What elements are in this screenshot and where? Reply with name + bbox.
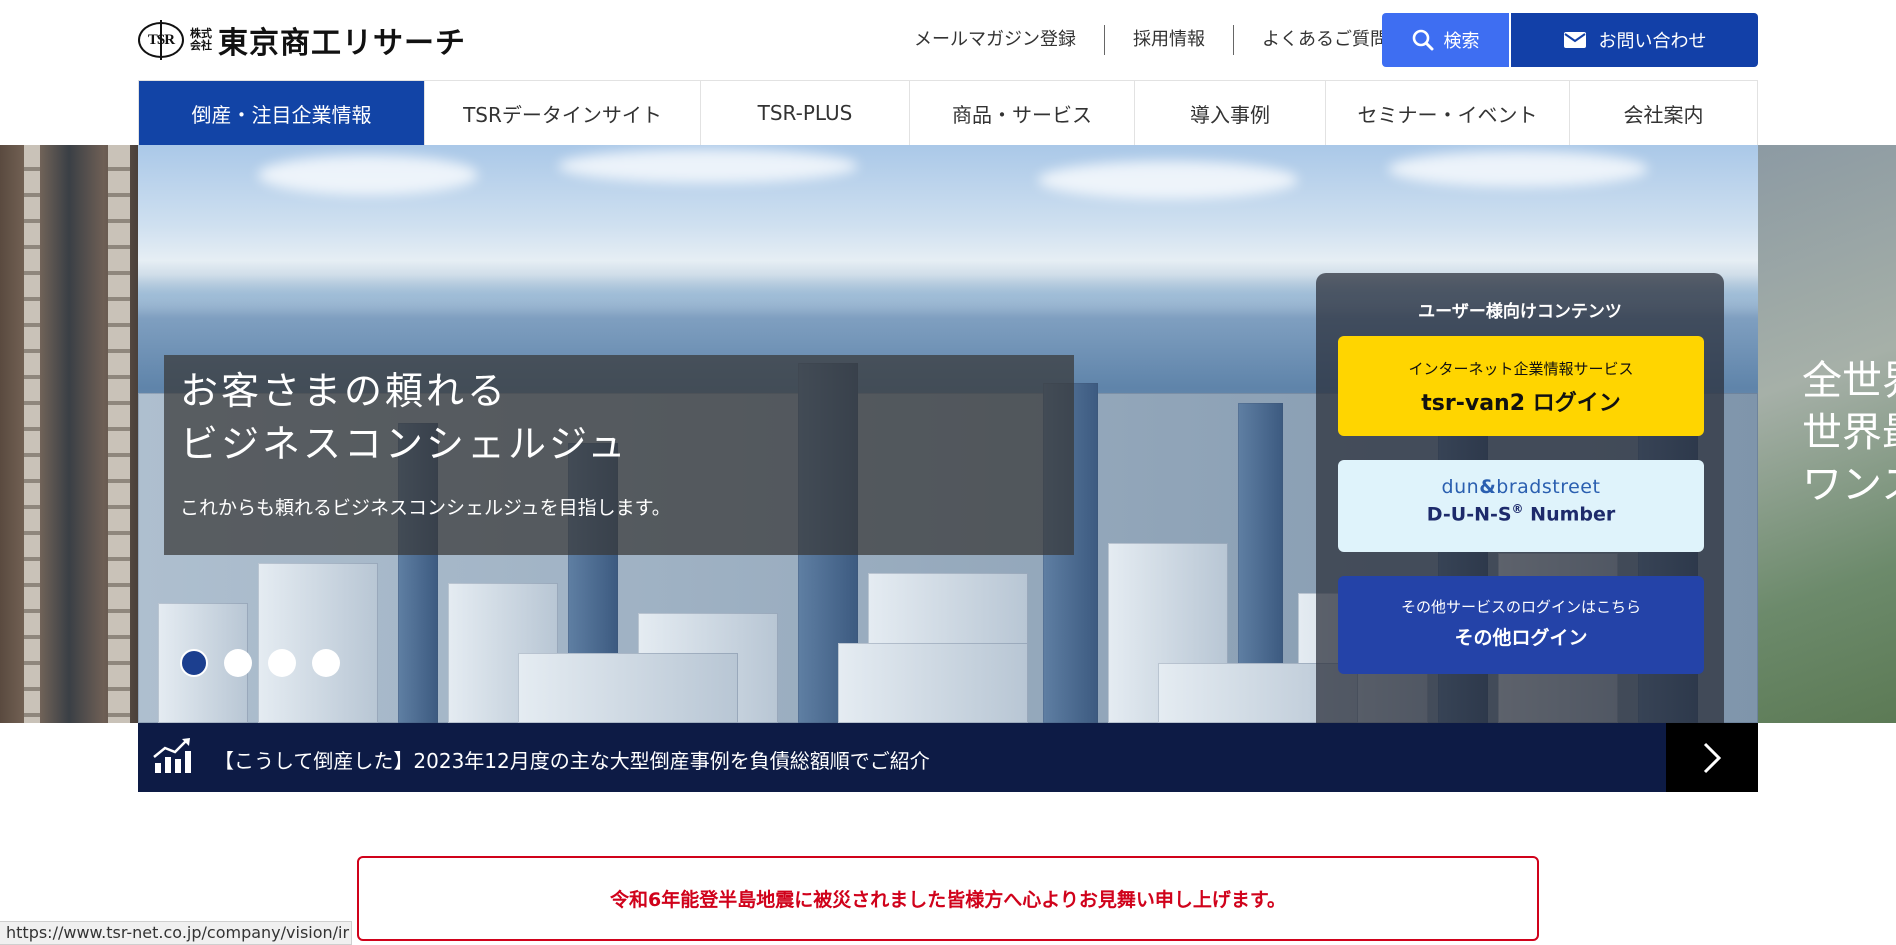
nav-item-tsr-data-insight[interactable]: TSRデータインサイト <box>424 81 700 145</box>
company-name: 東京商工リサーチ <box>218 26 466 61</box>
mail-icon <box>1563 32 1586 48</box>
toplink-recruit[interactable]: 採用情報 <box>1104 25 1233 55</box>
news-headline[interactable]: 【こうして倒産した】2023年12月度の主な大型倒産事例を負債総額順でご紹介 <box>214 745 930 774</box>
previous-slide-peek[interactable] <box>0 145 138 723</box>
login-panel-title: ユーザー様向けコンテンツ <box>1418 302 1622 322</box>
hero-carousel: 全世界 世界最 ワンス お客さまの頼れる ビジネスコンシェルジュ これからも頼れ… <box>0 145 1896 723</box>
company-logo[interactable]: TSR 株式 会社 東京商工リサーチ <box>138 20 466 61</box>
carousel-dots <box>180 649 340 677</box>
nav-item-tsr-plus[interactable]: TSR-PLUS <box>700 81 909 145</box>
contact-button-label: お問い合わせ <box>1598 31 1707 52</box>
chevron-right-icon <box>1703 742 1722 773</box>
tsr-van2-subtitle: インターネット企業情報サービス <box>1408 360 1634 378</box>
tsr-van2-label: tsr-van2 ログイン <box>1421 391 1621 416</box>
carousel-dot-2[interactable] <box>224 649 252 677</box>
nav-item-bankruptcy-info[interactable]: 倒産・注目企業情報 <box>139 81 424 145</box>
carousel-dot-1[interactable] <box>180 649 208 677</box>
duns-number-label: D-U-N-S® Number <box>1426 502 1616 526</box>
next-slide-title: 全世界 世界最 ワンス <box>1802 358 1896 508</box>
chart-up-icon <box>153 738 191 773</box>
nav-item-products-services[interactable]: 商品・サービス <box>909 81 1134 145</box>
other-login-subtitle: その他サービスのログインはこちら <box>1400 598 1641 616</box>
browser-status-url: https://www.tsr-net.co.jp/company/vision… <box>0 921 352 945</box>
dun-bradstreet-logo: dun&bradstreet <box>1441 476 1601 498</box>
search-button[interactable]: 検索 <box>1382 13 1509 67</box>
duns-number-button[interactable]: dun&bradstreet D-U-N-S® Number <box>1338 460 1704 552</box>
nav-item-case-studies[interactable]: 導入事例 <box>1134 81 1325 145</box>
hero-title: お客さまの頼れる ビジネスコンシェルジュ <box>180 369 629 466</box>
nav-item-seminars-events[interactable]: セミナー・イベント <box>1325 81 1569 145</box>
main-nav: 倒産・注目企業情報 TSRデータインサイト TSR-PLUS 商品・サービス 導… <box>138 80 1758 145</box>
nav-item-company-info[interactable]: 会社案内 <box>1569 81 1757 145</box>
tsr-van2-login-button[interactable]: インターネット企業情報サービス tsr-van2 ログイン <box>1338 336 1704 436</box>
top-links: メールマガジン登録 採用情報 よくあるご質問 <box>886 24 1416 56</box>
hero-subtitle: これからも頼れるビジネスコンシェルジュを目指します。 <box>180 497 671 519</box>
earthquake-notice[interactable]: 令和6年能登半島地震に被災されました皆様方へ心よりお見舞い申し上げます。 <box>357 856 1539 941</box>
news-next-button[interactable] <box>1666 723 1758 792</box>
tsr-logo-mark: TSR <box>138 22 184 58</box>
toplink-mail-magazine[interactable]: メールマガジン登録 <box>886 25 1104 55</box>
search-button-label: 検索 <box>1443 31 1480 52</box>
contact-button[interactable]: お問い合わせ <box>1511 13 1758 67</box>
logo-kabushiki-kaisha: 株式 会社 <box>190 27 212 52</box>
other-login-button[interactable]: その他サービスのログインはこちら その他ログイン <box>1338 576 1704 674</box>
other-login-label: その他ログイン <box>1454 627 1588 649</box>
search-icon <box>1412 29 1433 51</box>
carousel-dot-3[interactable] <box>268 649 296 677</box>
carousel-dot-4[interactable] <box>312 649 340 677</box>
